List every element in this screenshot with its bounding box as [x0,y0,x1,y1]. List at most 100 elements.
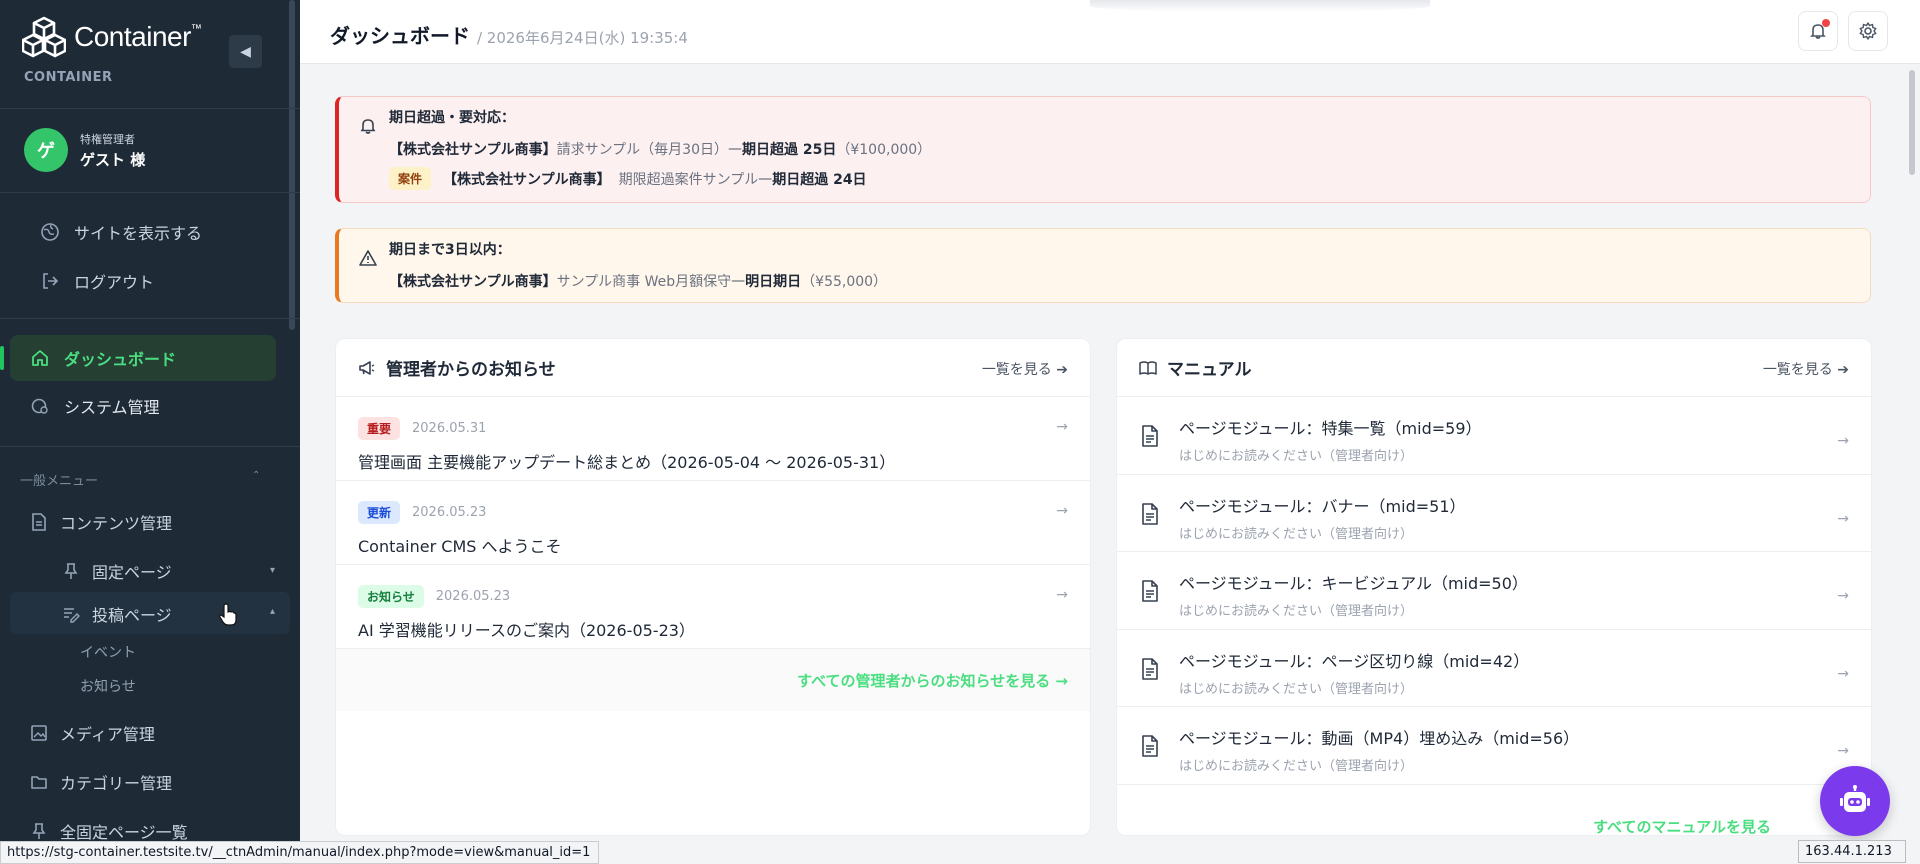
news-item[interactable]: 更新 2026.05.23 Container CMS へようこそ → [336,481,1090,565]
overdue-item-invoice[interactable]: 【株式会社サンプル商事】 請求サンプル（毎月30日） — 期日超過 25日 （¥… [389,139,1870,159]
news-item[interactable]: お知らせ 2026.05.23 AI 学習機能リリースのご案内（2026-05-… [336,565,1090,649]
document-icon [1142,580,1158,602]
view-site-link[interactable]: サイトを表示する [40,220,202,244]
link-hover-status-url: https://stg-container.testsite.tv/__ctnA… [0,841,600,864]
book-open-icon [1139,359,1157,377]
manual-item[interactable]: ページモジュール：特集一覧（mid=59） はじめにお読みください（管理者向け）… [1117,397,1871,475]
chevron-up-icon[interactable]: ▴ [270,606,275,617]
notification-dot [1822,19,1830,27]
notifications-button[interactable] [1798,11,1838,51]
overdue-alert: 期日超過・要対応： 【株式会社サンプル商事】 請求サンプル（毎月30日） — 期… [335,96,1871,203]
manual-subtitle: はじめにお読みください（管理者向け） [1179,604,1414,619]
pin-icon [30,822,48,840]
nav-content-label: コンテンツ管理 [60,514,173,533]
amount: （¥55,000） [801,274,888,290]
card-header: マニュアル [1117,339,1871,397]
manual-item[interactable]: ページモジュール：ページ区切り線（mid=42） はじめにお読みください（管理者… [1117,630,1871,707]
arrow-right-icon: → [1837,433,1849,449]
brand-logo[interactable]: Container™ [22,16,202,58]
manual-title: ページモジュール：特集一覧（mid=59） [1179,419,1482,438]
separator: — [728,141,742,157]
due-soon-title: 期日まで3日以内： [389,242,511,258]
avatar: ゲ [24,128,68,172]
news-date: 2026.05.23 [412,505,487,520]
item-name: サンプル商事 Web月額保守 [556,274,732,290]
nav-all-fixed-label: 全固定ページ一覧 [60,823,188,842]
all-manual-link[interactable]: すべてのマニュアルを見る [1117,785,1871,836]
nav-category[interactable]: カテゴリー管理 [30,770,172,794]
document-icon [1142,502,1158,525]
admin-news-card: 管理者からのお知らせ 一覧を見る ➔ 重要 2026.05.31 管理画面 主要… [335,338,1091,836]
divider [0,318,300,319]
current-datetime: / 2026年6月24日(水) 19:35:4 [476,29,688,47]
sidebar: Container™ CONTAINER ◀ ゲ 特権管理者 ゲスト 様 サイト… [0,0,300,864]
nav-fixed-pages-label: 固定ページ [92,563,172,582]
general-menu-label: 一般メニュー [20,474,99,489]
nav-content[interactable]: コンテンツ管理 [30,510,172,534]
ip-address-badge: 163.44.1.213 [1798,840,1906,863]
nav-all-fixed[interactable]: 全固定ページ一覧 [30,819,188,843]
arrow-right-icon: → [1837,743,1849,759]
manual-title: ページモジュール：ページ区切り線（mid=42） [1179,651,1530,671]
user-block: ゲ 特権管理者 ゲスト 様 [24,128,145,172]
manual-subtitle: はじめにお読みください（管理者向け） [1179,526,1414,542]
manual-item[interactable]: ページモジュール：動画（MP4）埋め込み（mid=56） はじめにお読みください… [1117,707,1871,785]
manual-title: ページモジュール：バナー（mid=51） [1179,496,1466,516]
caret-up-icon[interactable]: ⌃ [252,470,260,481]
user-name: ゲスト 様 [80,150,146,169]
item-name: 期限超過案件サンプル [618,171,759,188]
see-all-news-link[interactable]: 一覧を見る ➔ [982,359,1068,379]
nav-media[interactable]: メディア管理 [30,721,155,745]
logout-icon [40,271,60,291]
see-all-manual-link[interactable]: 一覧を見る ➔ [1763,359,1849,379]
due-soon-alert: 期日まで3日以内： 【株式会社サンプル商事】 サンプル商事 Web月額保守 — … [335,228,1871,303]
main-scrollbar[interactable] [1909,70,1915,175]
news-item[interactable]: 重要 2026.05.31 管理画面 主要機能アップデート総まとめ（2026-0… [336,397,1090,481]
top-header: ダッシュボード / 2026年6月24日(水) 19:35:4 [300,0,1920,64]
manual-item[interactable]: ページモジュール：バナー（mid=51） はじめにお読みください（管理者向け） … [1117,475,1871,552]
all-news-link[interactable]: すべての管理者からのお知らせを見る → [336,649,1090,711]
card-title: マニュアル [1167,360,1252,380]
triangle-left-icon: ◀ [240,43,251,60]
arrow-right-icon: ➔ [1837,362,1849,378]
warning-triangle-icon [359,250,377,266]
view-site-label: サイトを表示する [74,224,203,243]
nav-leaf-news[interactable]: お知らせ [80,676,136,696]
image-icon [30,724,48,742]
manual-item[interactable]: ページモジュール：キービジュアル（mid=50） はじめにお読みください（管理者… [1117,552,1871,630]
collapse-sidebar-button[interactable]: ◀ [229,35,262,68]
nav-dashboard[interactable]: ダッシュボード [10,335,276,381]
arrow-right-icon: → [1056,587,1068,603]
card-title: 管理者からのお知らせ [386,360,556,380]
header-shadow [1090,0,1430,12]
home-icon [30,348,50,368]
tag-update: 更新 [358,501,401,524]
sidebar-scrollbar[interactable] [289,0,295,330]
chevron-down-icon[interactable]: ▾ [270,565,275,576]
nav-media-label: メディア管理 [60,725,155,744]
due-status: 明日期日 [745,274,802,290]
page-title: ダッシュボード / 2026年6月24日(水) 19:35:4 [330,24,688,48]
manual-card: マニュアル 一覧を見る ➔ ページモジュール：特集一覧（mid=59） はじめに… [1116,338,1872,836]
overdue-item-project[interactable]: 案件 【株式会社サンプル商事】 期限超過案件サンプル — 期日超過 24日 [389,167,1870,190]
user-role: 特権管理者 [80,132,135,146]
nav-system[interactable]: システム管理 [10,383,276,429]
due-soon-item[interactable]: 【株式会社サンプル商事】 サンプル商事 Web月額保守 — 明日期日 （¥55,… [389,271,1870,291]
nav-leaf-event[interactable]: イベント [80,642,136,662]
arrow-right-icon: → [1056,503,1068,519]
nav-post-pages[interactable]: 投稿ページ [62,602,172,626]
separator: — [758,170,773,187]
news-title: Container CMS へようこそ [358,537,562,556]
ai-assistant-button[interactable] [1820,766,1890,836]
manual-subtitle: はじめにお読みください（管理者向け） [1179,681,1414,697]
system-gear-icon [30,396,50,416]
document-icon [1142,735,1158,757]
document-icon [1142,425,1158,447]
item-name: 請求サンプル（毎月30日） [556,142,728,158]
settings-button[interactable] [1848,11,1888,51]
amount: （¥100,000） [836,142,932,158]
brand-name: Container™ [74,21,202,52]
nav-fixed-pages[interactable]: 固定ページ [62,559,172,583]
arrow-right-icon: → [1837,588,1849,604]
logout-link[interactable]: ログアウト [40,269,154,293]
